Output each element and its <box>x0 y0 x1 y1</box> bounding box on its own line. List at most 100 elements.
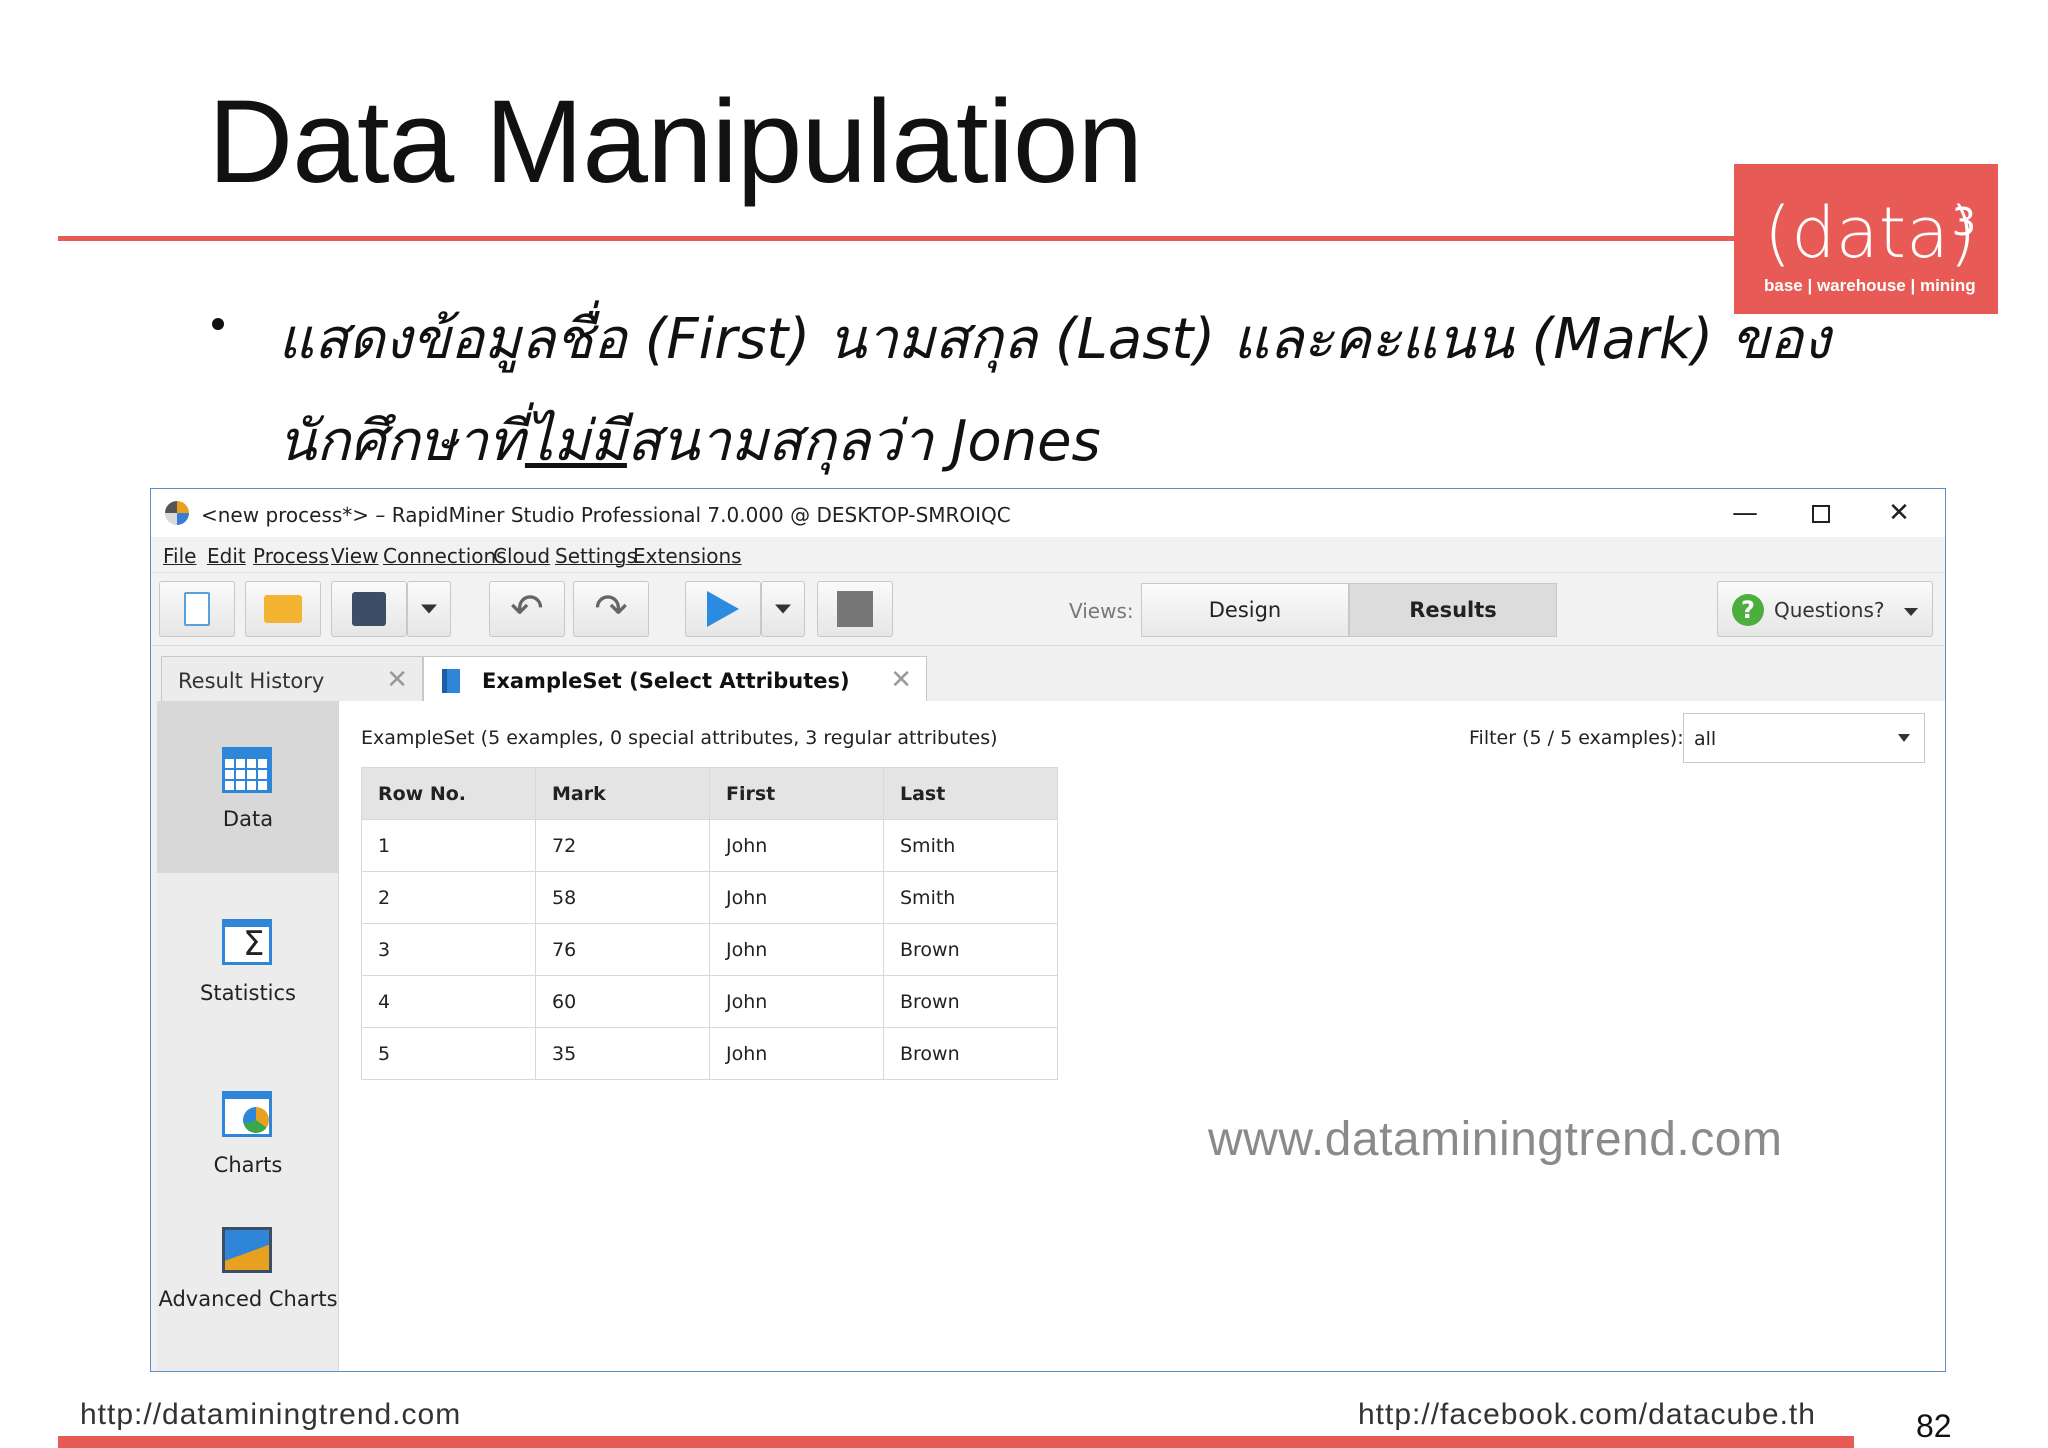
new-file-icon <box>184 592 210 626</box>
sidebar-item-label: Advanced Charts <box>158 1287 338 1311</box>
table-cell: 5 <box>361 1027 536 1080</box>
window-titlebar: <new process*> – RapidMiner Studio Profe… <box>151 489 1945 537</box>
folder-icon <box>264 595 302 623</box>
open-process-button[interactable] <box>245 581 321 637</box>
table-cell: John <box>709 975 884 1028</box>
menu-extensions[interactable]: Extensions <box>633 544 742 568</box>
table-row[interactable]: 2 58 John Smith <box>361 871 1058 924</box>
stop-icon <box>837 591 873 627</box>
bullet-line-2-start: นักศึกษาที่ <box>278 409 525 474</box>
table-cell: 1 <box>361 819 536 872</box>
save-process-button[interactable] <box>331 581 407 637</box>
tab-result-history-label: Result History <box>178 669 325 693</box>
menu-cloud[interactable]: Cloud <box>493 544 550 568</box>
save-options-dropdown[interactable] <box>407 581 451 637</box>
tab-example-set[interactable]: ExampleSet (Select Attributes) ✕ <box>423 656 927 702</box>
table-cell: Brown <box>883 975 1058 1028</box>
chevron-down-icon <box>775 604 791 614</box>
chevron-down-icon <box>1904 608 1918 616</box>
statistics-icon <box>222 919 272 965</box>
table-cell: 2 <box>361 871 536 924</box>
filter-select[interactable]: all <box>1683 713 1925 763</box>
close-tab-icon[interactable]: ✕ <box>890 665 912 695</box>
design-view-button[interactable]: Design <box>1141 583 1349 637</box>
window-title: <new process*> – RapidMiner Studio Profe… <box>201 503 1011 527</box>
save-icon <box>352 592 386 626</box>
table-icon <box>222 747 272 793</box>
table-cell: John <box>709 871 884 924</box>
redo-icon: ↷ <box>594 586 628 632</box>
table-cell: John <box>709 1027 884 1080</box>
table-row[interactable]: 5 35 John Brown <box>361 1027 1058 1080</box>
rapidminer-logo-icon <box>165 501 189 525</box>
column-header-last[interactable]: Last <box>883 767 1058 820</box>
example-set-icon <box>442 669 460 693</box>
main-toolbar: ↶ ↷ Views: Design Results ? Questions? <box>151 573 1945 645</box>
footer-website-link[interactable]: http://dataminingtrend.com <box>80 1398 461 1432</box>
watermark-url: www.dataminingtrend.com <box>1208 1113 1783 1166</box>
menu-edit[interactable]: Edit <box>207 544 246 568</box>
play-icon <box>707 591 739 627</box>
menu-connections[interactable]: Connections <box>383 544 507 568</box>
menu-view[interactable]: View <box>331 544 378 568</box>
table-cell: Brown <box>883 1027 1058 1080</box>
table-row[interactable]: 1 72 John Smith <box>361 819 1058 872</box>
rapidminer-window: <new process*> – RapidMiner Studio Profe… <box>150 488 1946 1372</box>
undo-button[interactable]: ↶ <box>489 581 565 637</box>
menu-file[interactable]: File <box>163 544 196 568</box>
run-options-dropdown[interactable] <box>761 581 805 637</box>
redo-button[interactable]: ↷ <box>573 581 649 637</box>
column-header-mark[interactable]: Mark <box>535 767 710 820</box>
result-view-sidebar: Data Statistics Charts Advanced Charts <box>157 701 339 1371</box>
sidebar-item-charts[interactable]: Charts <box>157 1045 339 1217</box>
maximize-button[interactable] <box>1791 495 1851 531</box>
slide-title: Data Manipulation <box>208 76 1143 208</box>
column-header-first[interactable]: First <box>709 767 884 820</box>
logo-superscript: 3 <box>1951 200 1976 244</box>
run-process-button[interactable] <box>685 581 761 637</box>
title-divider <box>58 236 1738 241</box>
bullet-line-2-emphasis: ไม่มี <box>524 409 627 474</box>
menu-bar: File Edit Process View Connections Cloud… <box>151 537 1945 573</box>
table-cell: Smith <box>883 871 1058 924</box>
tab-result-history[interactable]: Result History ✕ <box>161 656 423 702</box>
column-header-row-no[interactable]: Row No. <box>361 767 536 820</box>
charts-icon <box>222 1091 272 1137</box>
maximize-icon <box>1812 504 1830 523</box>
table-row[interactable]: 3 76 John Brown <box>361 923 1058 976</box>
questions-button[interactable]: ? Questions? <box>1717 581 1933 637</box>
table-cell: 4 <box>361 975 536 1028</box>
filter-selected-value: all <box>1694 728 1717 750</box>
new-process-button[interactable] <box>159 581 235 637</box>
minimize-button[interactable]: — <box>1715 495 1775 531</box>
menu-settings[interactable]: Settings <box>555 544 637 568</box>
sidebar-item-label: Statistics <box>200 981 296 1005</box>
table-cell: Brown <box>883 923 1058 976</box>
chevron-down-icon <box>1898 734 1910 742</box>
sidebar-item-label: Data <box>222 807 274 831</box>
menu-process[interactable]: Process <box>253 544 329 568</box>
close-tab-icon[interactable]: ✕ <box>386 665 408 695</box>
page-number: 82 <box>1916 1408 1952 1444</box>
stop-process-button[interactable] <box>817 581 893 637</box>
filter-label: Filter (5 / 5 examples): <box>1469 727 1684 749</box>
bullet-text-line-2: นักศึกษาที่ไม่มีสนามสกุลว่า Jones <box>278 396 1101 485</box>
example-set-table: Row No. Mark First Last 1 72 John Smith … <box>361 767 1058 1080</box>
table-cell: 72 <box>535 819 710 872</box>
table-cell: 60 <box>535 975 710 1028</box>
table-cell: 35 <box>535 1027 710 1080</box>
sidebar-item-label: Charts <box>213 1153 283 1177</box>
close-button[interactable]: ✕ <box>1869 495 1929 531</box>
chevron-down-icon <box>421 604 437 614</box>
bullet-line-2-end: สนามสกุลว่า Jones <box>626 409 1101 474</box>
table-cell: John <box>709 923 884 976</box>
help-icon: ? <box>1732 594 1764 626</box>
table-row[interactable]: 4 60 John Brown <box>361 975 1058 1028</box>
questions-label: Questions? <box>1774 598 1885 622</box>
footer-facebook-link[interactable]: http://facebook.com/datacube.th <box>1358 1398 1816 1432</box>
results-view-button[interactable]: Results <box>1349 583 1557 637</box>
sidebar-item-data[interactable]: Data <box>157 701 339 873</box>
table-header-row: Row No. Mark First Last <box>361 767 1058 820</box>
sidebar-item-statistics[interactable]: Statistics <box>157 873 339 1045</box>
sidebar-item-advanced-charts[interactable]: Advanced Charts <box>157 1217 339 1371</box>
